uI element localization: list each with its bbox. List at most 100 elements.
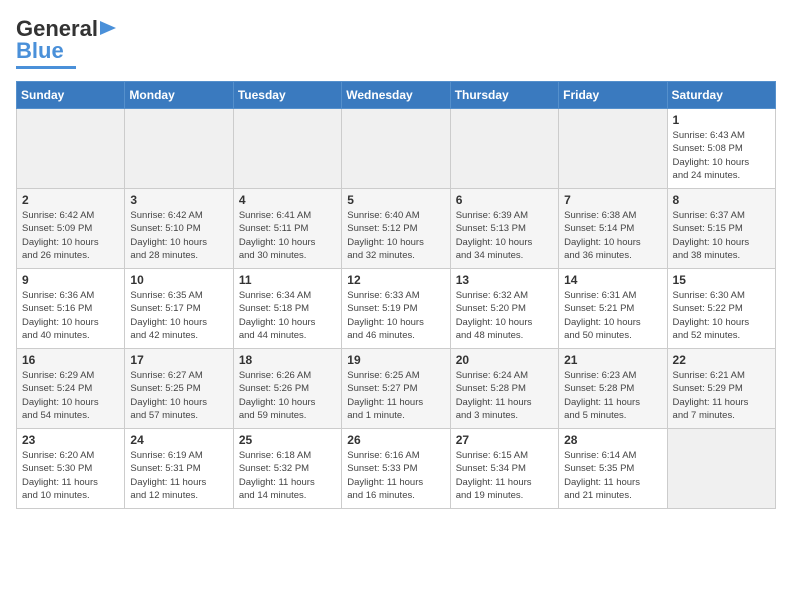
calendar-day-cell: 10 Sunrise: 6:35 AM Sunset: 5:17 PM Dayli… [125,269,233,349]
weekday-header: Monday [125,82,233,109]
day-number: 1 [673,113,770,127]
day-number: 10 [130,273,227,287]
weekday-header: Sunday [17,82,125,109]
calendar-day-cell: 24Sunrise: 6:19 AM Sunset: 5:31 PM Dayli… [125,429,233,509]
day-info: Sunrise: 6:24 AM Sunset: 5:28 PM Dayligh… [456,369,553,422]
calendar-day-cell: 4 Sunrise: 6:41 AM Sunset: 5:11 PM Daylig… [233,189,341,269]
day-number: 3 [130,193,227,207]
day-info: Sunrise: 6:26 AM Sunset: 5:26 PM Dayligh… [239,369,336,422]
calendar-day-cell: 26 Sunrise: 6:16 AM Sunset: 5:33 PM Dayli… [342,429,450,509]
day-info: Sunrise: 6:36 AM Sunset: 5:16 PM Dayligh… [22,289,119,342]
calendar-day-cell: 23 Sunrise: 6:20 AM Sunset: 5:30 PM Dayli… [17,429,125,509]
logo: General Blue [16,16,118,69]
calendar-day-cell: 8Sunrise: 6:37 AM Sunset: 5:15 PM Daylig… [667,189,775,269]
day-info: Sunrise: 6:33 AM Sunset: 5:19 PM Dayligh… [347,289,444,342]
page-header: General Blue [16,16,776,69]
calendar-day-cell [233,109,341,189]
day-info: Sunrise: 6:32 AM Sunset: 5:20 PM Dayligh… [456,289,553,342]
calendar-header-row: SundayMondayTuesdayWednesdayThursdayFrid… [17,82,776,109]
day-info: Sunrise: 6:15 AM Sunset: 5:34 PM Dayligh… [456,449,553,502]
day-info: Sunrise: 6:34 AM Sunset: 5:18 PM Dayligh… [239,289,336,342]
day-info: Sunrise: 6:40 AM Sunset: 5:12 PM Dayligh… [347,209,444,262]
calendar-day-cell: 11 Sunrise: 6:34 AM Sunset: 5:18 PM Dayli… [233,269,341,349]
day-number: 22 [673,353,770,367]
day-number: 21 [564,353,661,367]
weekday-header: Friday [559,82,667,109]
day-number: 6 [456,193,553,207]
calendar-day-cell: 15 Sunrise: 6:30 AM Sunset: 5:22 PM Dayli… [667,269,775,349]
day-info: Sunrise: 6:35 AM Sunset: 5:17 PM Dayligh… [130,289,227,342]
calendar-table: SundayMondayTuesdayWednesdayThursdayFrid… [16,81,776,509]
day-info: Sunrise: 6:37 AM Sunset: 5:15 PM Dayligh… [673,209,770,262]
calendar-day-cell: 28Sunrise: 6:14 AM Sunset: 5:35 PM Dayli… [559,429,667,509]
calendar-day-cell: 7 Sunrise: 6:38 AM Sunset: 5:14 PM Daylig… [559,189,667,269]
day-number: 17 [130,353,227,367]
calendar-day-cell: 13 Sunrise: 6:32 AM Sunset: 5:20 PM Dayli… [450,269,558,349]
day-number: 9 [22,273,119,287]
day-info: Sunrise: 6:41 AM Sunset: 5:11 PM Dayligh… [239,209,336,262]
day-info: Sunrise: 6:42 AM Sunset: 5:10 PM Dayligh… [130,209,227,262]
weekday-header: Tuesday [233,82,341,109]
calendar-day-cell [125,109,233,189]
calendar-day-cell: 25Sunrise: 6:18 AM Sunset: 5:32 PM Dayli… [233,429,341,509]
logo-blue-text: Blue [16,38,64,64]
calendar-day-cell: 6 Sunrise: 6:39 AM Sunset: 5:13 PM Daylig… [450,189,558,269]
day-number: 12 [347,273,444,287]
day-number: 18 [239,353,336,367]
calendar-day-cell: 1 Sunrise: 6:43 AM Sunset: 5:08 PM Daylig… [667,109,775,189]
day-number: 20 [456,353,553,367]
weekday-header: Thursday [450,82,558,109]
logo-underline [16,66,76,69]
weekday-header: Wednesday [342,82,450,109]
day-number: 19 [347,353,444,367]
calendar-day-cell: 20 Sunrise: 6:24 AM Sunset: 5:28 PM Dayli… [450,349,558,429]
day-info: Sunrise: 6:43 AM Sunset: 5:08 PM Dayligh… [673,129,770,182]
calendar-week-row: 9 Sunrise: 6:36 AM Sunset: 5:16 PM Daylig… [17,269,776,349]
day-number: 23 [22,433,119,447]
day-info: Sunrise: 6:21 AM Sunset: 5:29 PM Dayligh… [673,369,770,422]
calendar-day-cell [17,109,125,189]
day-number: 27 [456,433,553,447]
day-number: 2 [22,193,119,207]
day-number: 4 [239,193,336,207]
day-info: Sunrise: 6:38 AM Sunset: 5:14 PM Dayligh… [564,209,661,262]
calendar-day-cell: 16 Sunrise: 6:29 AM Sunset: 5:24 PM Dayli… [17,349,125,429]
day-number: 16 [22,353,119,367]
day-info: Sunrise: 6:29 AM Sunset: 5:24 PM Dayligh… [22,369,119,422]
weekday-header: Saturday [667,82,775,109]
calendar-day-cell: 19 Sunrise: 6:25 AM Sunset: 5:27 PM Dayli… [342,349,450,429]
day-info: Sunrise: 6:25 AM Sunset: 5:27 PM Dayligh… [347,369,444,422]
day-info: Sunrise: 6:39 AM Sunset: 5:13 PM Dayligh… [456,209,553,262]
day-info: Sunrise: 6:23 AM Sunset: 5:28 PM Dayligh… [564,369,661,422]
day-number: 26 [347,433,444,447]
day-number: 13 [456,273,553,287]
day-number: 7 [564,193,661,207]
calendar-week-row: 16 Sunrise: 6:29 AM Sunset: 5:24 PM Dayli… [17,349,776,429]
calendar-day-cell: 27 Sunrise: 6:15 AM Sunset: 5:34 PM Dayli… [450,429,558,509]
calendar-week-row: 1 Sunrise: 6:43 AM Sunset: 5:08 PM Daylig… [17,109,776,189]
calendar-day-cell [667,429,775,509]
day-info: Sunrise: 6:42 AM Sunset: 5:09 PM Dayligh… [22,209,119,262]
day-number: 14 [564,273,661,287]
day-number: 11 [239,273,336,287]
calendar-day-cell: 14Sunrise: 6:31 AM Sunset: 5:21 PM Dayli… [559,269,667,349]
day-info: Sunrise: 6:20 AM Sunset: 5:30 PM Dayligh… [22,449,119,502]
day-info: Sunrise: 6:19 AM Sunset: 5:31 PM Dayligh… [130,449,227,502]
day-info: Sunrise: 6:30 AM Sunset: 5:22 PM Dayligh… [673,289,770,342]
day-number: 15 [673,273,770,287]
calendar-day-cell: 17 Sunrise: 6:27 AM Sunset: 5:25 PM Dayli… [125,349,233,429]
calendar-week-row: 23 Sunrise: 6:20 AM Sunset: 5:30 PM Dayli… [17,429,776,509]
calendar-day-cell: 12 Sunrise: 6:33 AM Sunset: 5:19 PM Dayli… [342,269,450,349]
calendar-week-row: 2 Sunrise: 6:42 AM Sunset: 5:09 PM Daylig… [17,189,776,269]
calendar-day-cell: 18 Sunrise: 6:26 AM Sunset: 5:26 PM Dayli… [233,349,341,429]
logo-arrow-icon [100,19,118,37]
calendar-day-cell: 5 Sunrise: 6:40 AM Sunset: 5:12 PM Daylig… [342,189,450,269]
day-info: Sunrise: 6:27 AM Sunset: 5:25 PM Dayligh… [130,369,227,422]
calendar-day-cell [559,109,667,189]
calendar-day-cell: 3 Sunrise: 6:42 AM Sunset: 5:10 PM Daylig… [125,189,233,269]
calendar-day-cell [342,109,450,189]
day-number: 5 [347,193,444,207]
day-info: Sunrise: 6:16 AM Sunset: 5:33 PM Dayligh… [347,449,444,502]
calendar-day-cell: 2 Sunrise: 6:42 AM Sunset: 5:09 PM Daylig… [17,189,125,269]
day-info: Sunrise: 6:14 AM Sunset: 5:35 PM Dayligh… [564,449,661,502]
